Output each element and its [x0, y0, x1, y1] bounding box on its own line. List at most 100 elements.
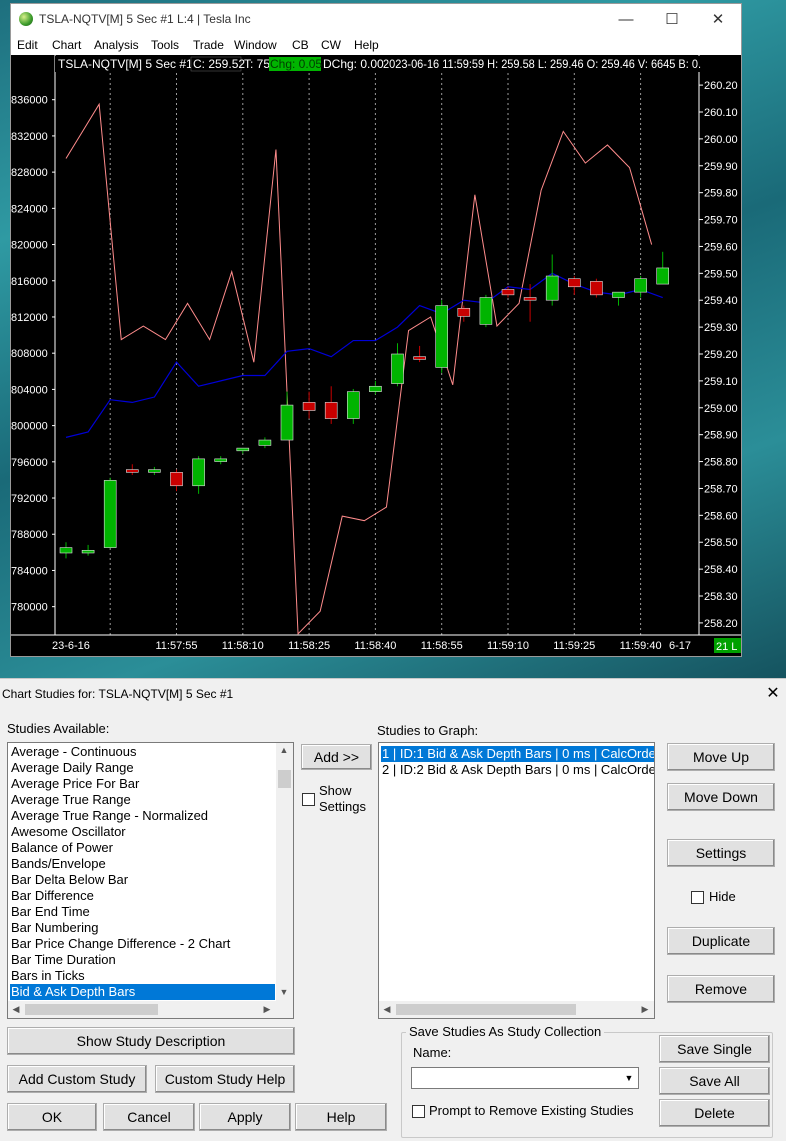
maximize-button[interactable]: ☐: [649, 4, 695, 35]
settings-button[interactable]: Settings: [667, 839, 775, 867]
depth-tick-label: 804000: [11, 384, 48, 396]
menu-cw[interactable]: CW: [321, 38, 341, 52]
menu-help[interactable]: Help: [354, 38, 379, 52]
studies-available-list[interactable]: Average - Continuous Average Daily Range A…: [7, 742, 294, 1019]
remove-button[interactable]: Remove: [667, 975, 775, 1003]
study-item[interactable]: Bar Time Duration: [10, 952, 275, 968]
close-button[interactable]: ✕: [695, 4, 741, 35]
time-tick-label: 11:59:10: [487, 640, 529, 652]
candle-body: [369, 385, 382, 392]
studies-available-vscroll[interactable]: ▲ ▼: [276, 743, 293, 1001]
studies-to-graph-hscroll[interactable]: ◀ ▶: [379, 1001, 654, 1018]
save-single-button[interactable]: Save Single: [659, 1035, 770, 1063]
study-item[interactable]: Awesome Oscillator: [10, 824, 275, 840]
price-chart[interactable]: 260.20 260.10 260.00 259.90 259.80 259.70 259.…: [11, 55, 741, 657]
header-daily-change: DChg: 0.00: [323, 57, 384, 71]
scroll-down-icon[interactable]: ▼: [276, 987, 292, 997]
price-tick-label: 259.90: [704, 161, 738, 173]
help-button[interactable]: Help: [295, 1103, 387, 1131]
scroll-up-icon[interactable]: ▲: [276, 745, 292, 755]
price-tick-label: 259.50: [704, 268, 738, 280]
menu-analysis[interactable]: Analysis: [94, 38, 139, 52]
study-item[interactable]: Bands/Envelope: [10, 856, 275, 872]
candle-body: [634, 278, 647, 293]
show-settings-checkbox[interactable]: [302, 793, 315, 806]
menu-chart[interactable]: Chart: [52, 38, 81, 52]
candle-body: [590, 281, 603, 296]
delete-button[interactable]: Delete: [659, 1099, 770, 1127]
time-tick-label: 11:58:40: [354, 640, 396, 652]
add-study-button[interactable]: Add >>: [301, 744, 372, 770]
candle-body: [457, 307, 471, 317]
candle-body: [656, 267, 670, 285]
studies-to-graph-label: Studies to Graph:: [377, 723, 479, 738]
study-item[interactable]: Bar Numbering: [10, 920, 275, 936]
price-tick-label: 258.20: [704, 618, 738, 630]
chart-window[interactable]: TSLA-NQTV[M] 5 Sec #1 L:4 | Tesla Inc — …: [10, 3, 742, 657]
hscroll-thumb[interactable]: [396, 1004, 576, 1015]
menu-cb[interactable]: CB: [292, 38, 309, 52]
hide-checkbox[interactable]: [691, 891, 704, 904]
study-item[interactable]: Bar Delta Below Bar: [10, 872, 275, 888]
candle-body: [81, 549, 95, 554]
scroll-thumb[interactable]: [278, 770, 291, 788]
minimize-button[interactable]: —: [603, 4, 649, 35]
candle-body: [103, 480, 117, 548]
prompt-remove-checkbox[interactable]: [412, 1105, 425, 1118]
studies-to-graph-list[interactable]: 1 | ID:1 Bid & Ask Depth Bars | 0 ms | C…: [378, 742, 655, 1019]
move-down-button[interactable]: Move Down: [667, 783, 775, 811]
study-item[interactable]: Bid & Ask Depth Bars: [10, 984, 275, 1000]
study-item[interactable]: Average Daily Range: [10, 760, 275, 776]
hscroll-thumb[interactable]: [25, 1004, 158, 1015]
bid-ask-depth-line: [65, 102, 653, 635]
scroll-left-icon[interactable]: ◀: [8, 1004, 24, 1015]
graph-study-1[interactable]: 1 | ID:1 Bid & Ask Depth Bars | 0 ms | C…: [381, 746, 654, 762]
cancel-button[interactable]: Cancel: [103, 1103, 195, 1131]
price-tick-label: 258.90: [704, 430, 738, 442]
window-title: TSLA-NQTV[M] 5 Sec #1 L:4 | Tesla Inc: [39, 12, 251, 26]
chart-studies-dialog[interactable]: Chart Studies for: TSLA-NQTV[M] 5 Sec #1…: [0, 678, 786, 1141]
menu-trade[interactable]: Trade: [193, 38, 224, 52]
show-study-description-button[interactable]: Show Study Description: [7, 1027, 295, 1055]
candle-body: [413, 356, 426, 360]
study-item[interactable]: Average Price For Bar: [10, 776, 275, 792]
duplicate-button[interactable]: Duplicate: [667, 927, 775, 955]
add-custom-study-button[interactable]: Add Custom Study: [7, 1065, 147, 1093]
chevron-down-icon[interactable]: ▼: [621, 1069, 637, 1087]
collection-name-combo[interactable]: ▼: [411, 1067, 639, 1089]
study-item[interactable]: Bar End Time: [10, 904, 275, 920]
menu-edit[interactable]: Edit: [17, 38, 38, 52]
custom-study-help-button[interactable]: Custom Study Help: [155, 1065, 295, 1093]
scroll-left-icon[interactable]: ◀: [379, 1004, 395, 1015]
dialog-close-icon[interactable]: ✕: [764, 683, 782, 703]
average-line: [65, 272, 663, 438]
price-tick-label: 259.80: [704, 188, 738, 200]
scroll-right-icon[interactable]: ▶: [637, 1004, 653, 1015]
study-item[interactable]: Bar Price Change Difference - 2 Chart: [10, 936, 275, 952]
study-item[interactable]: Balance of Power: [10, 840, 275, 856]
menu-tools[interactable]: Tools: [151, 38, 179, 52]
candle-body: [567, 278, 581, 288]
price-tick-label: 258.80: [704, 457, 738, 469]
study-item[interactable]: Bar Difference: [10, 888, 275, 904]
graph-study-2[interactable]: 2 | ID:2 Bid & Ask Depth Bars | 0 ms | C…: [381, 762, 654, 778]
ok-button[interactable]: OK: [7, 1103, 97, 1131]
title-bar[interactable]: TSLA-NQTV[M] 5 Sec #1 L:4 | Tesla Inc — …: [11, 4, 741, 35]
study-item[interactable]: Bars in Ticks: [10, 968, 275, 984]
chart-header: TSLA-NQTV[M] 5 Sec #1 C: 259.52 T: 75 Ch…: [55, 56, 741, 72]
save-all-button[interactable]: Save All: [659, 1067, 770, 1095]
menu-window[interactable]: Window: [234, 38, 277, 52]
chart-area[interactable]: 260.20 260.10 260.00 259.90 259.80 259.70 259.…: [11, 55, 741, 657]
move-up-button[interactable]: Move Up: [667, 743, 775, 771]
scroll-right-icon[interactable]: ▶: [259, 1004, 275, 1015]
study-item[interactable]: Average True Range: [10, 792, 275, 808]
studies-available-hscroll[interactable]: ◀ ▶: [8, 1001, 293, 1018]
price-tick-label: 260.00: [704, 134, 738, 146]
depth-tick-label: 784000: [11, 565, 48, 577]
study-item[interactable]: Average - Continuous: [10, 744, 275, 760]
apply-button[interactable]: Apply: [199, 1103, 291, 1131]
study-item[interactable]: Average True Range - Normalized: [10, 808, 275, 824]
price-tick-label: 259.20: [704, 349, 738, 361]
depth-tick-label: 820000: [11, 240, 48, 252]
depth-tick-label: 828000: [11, 167, 48, 179]
